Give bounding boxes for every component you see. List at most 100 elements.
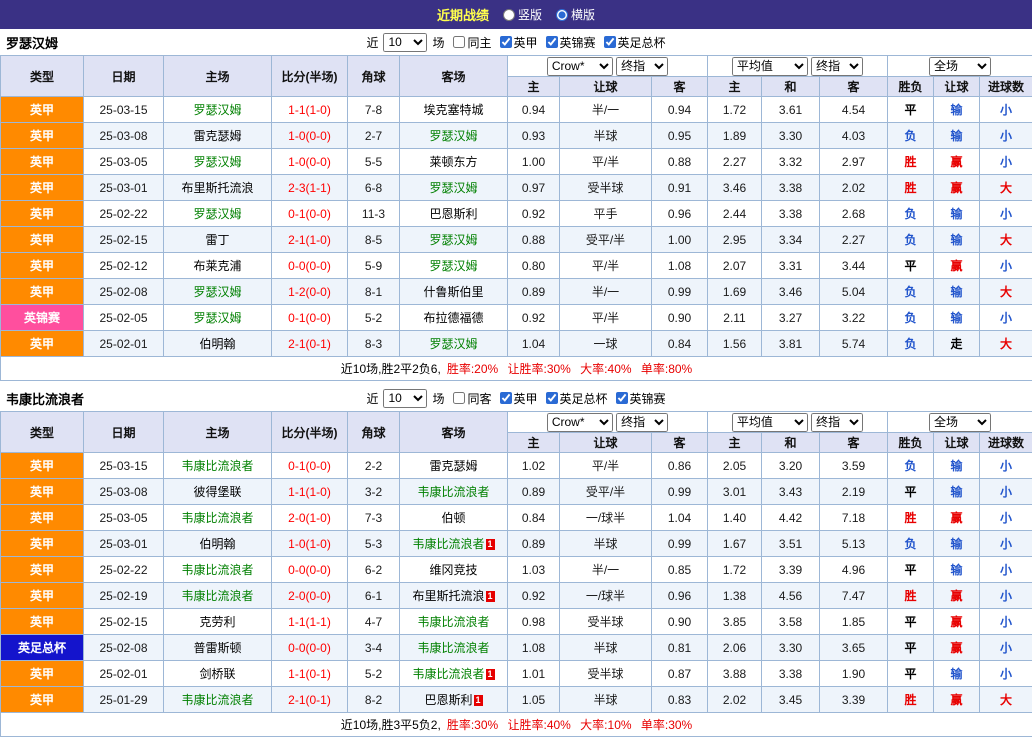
home-team[interactable]: 罗瑟汉姆 (164, 279, 272, 305)
result-goals: 小 (980, 609, 1032, 635)
layout-radio-vertical[interactable]: 竖版 (503, 6, 542, 23)
home-team[interactable]: 伯明翰 (164, 531, 272, 557)
filter-checkbox-input[interactable] (546, 392, 558, 404)
avg-final-select[interactable]: 终指 (811, 413, 863, 432)
away-team[interactable]: 巴恩斯利 (400, 201, 508, 227)
avg-source-select[interactable]: 平均值 (732, 413, 808, 432)
away-team[interactable]: 巴恩斯利1 (400, 687, 508, 713)
away-team[interactable]: 韦康比流浪者 (400, 609, 508, 635)
filter-checkbox-input[interactable] (616, 392, 628, 404)
horizontal-radio-input[interactable] (556, 9, 568, 21)
home-team[interactable]: 剑桥联 (164, 661, 272, 687)
match-date: 25-02-01 (84, 331, 164, 357)
vertical-radio-input[interactable] (503, 9, 515, 21)
odds-away: 0.83 (652, 687, 708, 713)
corner-score: 4-7 (348, 609, 400, 635)
odds-handicap: 半球 (560, 531, 652, 557)
away-team[interactable]: 罗瑟汉姆 (400, 331, 508, 357)
corner-score: 3-4 (348, 635, 400, 661)
scope-select[interactable]: 全场 (929, 413, 991, 432)
away-team[interactable]: 埃克塞特城 (400, 97, 508, 123)
away-team[interactable]: 罗瑟汉姆 (400, 123, 508, 149)
scope-select[interactable]: 全场 (929, 57, 991, 76)
filter-checkbox[interactable]: 英甲 (500, 34, 538, 51)
avg-source-select[interactable]: 平均值 (732, 57, 808, 76)
filter-checkbox[interactable]: 英甲 (500, 390, 538, 407)
odds-handicap: 受平/半 (560, 479, 652, 505)
col-header-type: 类型 (1, 56, 84, 97)
corner-score: 8-3 (348, 331, 400, 357)
filter-checkbox-input[interactable] (453, 392, 465, 404)
filter-checkbox[interactable]: 英锦赛 (616, 390, 666, 407)
filter-checkbox-input[interactable] (500, 392, 512, 404)
odds-handicap: 平手 (560, 201, 652, 227)
filter-checkbox[interactable]: 英足总杯 (604, 34, 666, 51)
home-team[interactable]: 韦康比流浪者 (164, 453, 272, 479)
odds-company-select[interactable]: Crow* (547, 57, 613, 76)
result-outcome: 平 (888, 479, 934, 505)
filter-checkbox-input[interactable] (604, 36, 616, 48)
away-team[interactable]: 罗瑟汉姆 (400, 175, 508, 201)
odds-away: 0.96 (652, 201, 708, 227)
home-team[interactable]: 雷丁 (164, 227, 272, 253)
home-team[interactable]: 彼得堡联 (164, 479, 272, 505)
filter-checkbox-input[interactable] (453, 36, 465, 48)
corner-score: 6-8 (348, 175, 400, 201)
home-team[interactable]: 克劳利 (164, 609, 272, 635)
away-team[interactable]: 韦康比流浪者 (400, 635, 508, 661)
odds-away: 0.86 (652, 453, 708, 479)
away-team[interactable]: 罗瑟汉姆 (400, 227, 508, 253)
away-team[interactable]: 韦康比流浪者1 (400, 531, 508, 557)
avg-away: 1.90 (820, 661, 888, 687)
away-team[interactable]: 莱顿东方 (400, 149, 508, 175)
away-team[interactable]: 罗瑟汉姆 (400, 253, 508, 279)
away-team[interactable]: 韦康比流浪者1 (400, 661, 508, 687)
filter-checkbox[interactable]: 英足总杯 (546, 390, 608, 407)
away-team[interactable]: 布里斯托流浪1 (400, 583, 508, 609)
home-team[interactable]: 韦康比流浪者 (164, 505, 272, 531)
odds-company-select[interactable]: Crow* (547, 413, 613, 432)
away-team[interactable]: 雷克瑟姆 (400, 453, 508, 479)
avg-final-select[interactable]: 终指 (811, 57, 863, 76)
odds-final-select[interactable]: 终指 (616, 413, 668, 432)
home-team[interactable]: 布莱克浦 (164, 253, 272, 279)
home-team[interactable]: 韦康比流浪者 (164, 583, 272, 609)
home-team[interactable]: 伯明翰 (164, 331, 272, 357)
away-team[interactable]: 维冈竞技 (400, 557, 508, 583)
home-team[interactable]: 韦康比流浪者 (164, 687, 272, 713)
match-date: 25-03-08 (84, 479, 164, 505)
odds-final-select[interactable]: 终指 (616, 57, 668, 76)
filter-checkbox[interactable]: 同主 (453, 34, 491, 51)
away-team[interactable]: 韦康比流浪者 (400, 479, 508, 505)
avg-away: 4.96 (820, 557, 888, 583)
match-row: 英甲 25-02-08 罗瑟汉姆 1-2(0-0) 8-1 什鲁斯伯里 0.89… (1, 279, 1032, 305)
home-team[interactable]: 罗瑟汉姆 (164, 201, 272, 227)
filter-checkbox[interactable]: 同客 (453, 390, 491, 407)
filter-checkbox[interactable]: 英锦赛 (546, 34, 596, 51)
subcol-header-odds-home: 主 (508, 77, 560, 97)
home-team[interactable]: 雷克瑟姆 (164, 123, 272, 149)
home-team[interactable]: 罗瑟汉姆 (164, 149, 272, 175)
avg-home: 1.69 (708, 279, 762, 305)
match-rows: 英甲 25-03-15 罗瑟汉姆 1-1(1-0) 7-8 埃克塞特城 0.94… (1, 97, 1032, 357)
away-team[interactable]: 什鲁斯伯里 (400, 279, 508, 305)
home-team[interactable]: 韦康比流浪者 (164, 557, 272, 583)
match-count-select[interactable]: 10 (383, 389, 427, 408)
odds-controls: Crow* 终指 (508, 412, 708, 433)
home-team[interactable]: 罗瑟汉姆 (164, 305, 272, 331)
away-team[interactable]: 布拉德福德 (400, 305, 508, 331)
away-team[interactable]: 伯顿 (400, 505, 508, 531)
filter-checkbox-label: 英锦赛 (560, 34, 596, 51)
corner-score: 5-2 (348, 661, 400, 687)
home-team[interactable]: 布里斯托流浪 (164, 175, 272, 201)
filter-checkbox-input[interactable] (500, 36, 512, 48)
result-handicap: 输 (934, 227, 980, 253)
home-team[interactable]: 罗瑟汉姆 (164, 97, 272, 123)
avg-home: 3.46 (708, 175, 762, 201)
home-team[interactable]: 普雷斯顿 (164, 635, 272, 661)
filter-checkbox-input[interactable] (546, 36, 558, 48)
layout-radio-horizontal[interactable]: 横版 (556, 6, 595, 23)
result-goals: 小 (980, 201, 1032, 227)
match-count-select[interactable]: 10 (383, 33, 427, 52)
result-handicap: 赢 (934, 175, 980, 201)
